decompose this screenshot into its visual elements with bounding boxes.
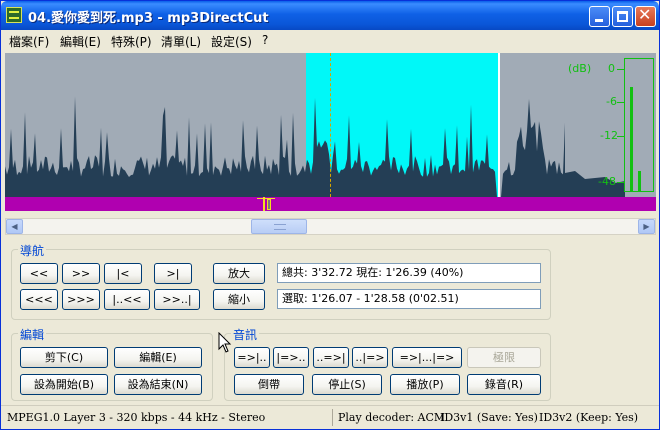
position-marker[interactable] xyxy=(257,197,275,211)
menu-list[interactable]: 清單(L) xyxy=(161,33,201,50)
nav-end-button[interactable]: >| xyxy=(154,263,192,284)
scroll-left-arrow-icon[interactable]: ◀ xyxy=(6,219,23,234)
nav-sel-start-button[interactable]: |..<< xyxy=(104,289,150,310)
title-bar[interactable]: 04.愛你愛到死.mp3 - mp3DirectCut ✕ xyxy=(1,1,659,30)
menu-special[interactable]: 特殊(P) xyxy=(111,33,152,50)
limit-button[interactable]: 極限 xyxy=(467,347,541,368)
scroll-right-arrow-icon[interactable]: ▶ xyxy=(638,219,655,234)
mouse-pointer-icon xyxy=(218,332,232,353)
status-separator xyxy=(332,409,333,426)
nav-sel-end-button[interactable]: >>..| xyxy=(154,289,200,310)
status-id3v2: ID3v2 (Keep: Yes) xyxy=(539,411,639,424)
close-icon: ✕ xyxy=(638,5,652,24)
horizontal-scrollbar[interactable]: ◀ ▶ xyxy=(5,218,656,235)
grip-icon xyxy=(274,224,286,230)
total-position-display: 總共: 3'32.72 現在: 1'26.39 (40%) xyxy=(277,263,541,283)
vu-level-right xyxy=(638,171,641,192)
play-to-end-button[interactable]: ..=>| xyxy=(313,347,349,368)
cut-marker-bar[interactable] xyxy=(5,197,656,211)
selection-display: 選取: 1'26.07 - 1'28.58 (0'02.51) xyxy=(277,289,541,309)
status-decoder: Play decoder: ACM xyxy=(338,411,446,424)
maximize-icon xyxy=(617,11,628,22)
app-window: 04.愛你愛到死.mp3 - mp3DirectCut ✕ 檔案(F) 編輯(E… xyxy=(0,0,660,430)
waveform-shape xyxy=(5,96,565,197)
play-around-cut-button[interactable]: =>|...|=> xyxy=(392,347,462,368)
set-start-button[interactable]: 設為開始(B) xyxy=(20,374,108,395)
nav-fast-forward-button[interactable]: >>> xyxy=(62,289,100,310)
status-bar: MPEG1.0 Layer 3 - 320 kbps - 44 kHz - St… xyxy=(1,405,659,429)
scroll-thumb[interactable] xyxy=(251,219,307,234)
set-end-button[interactable]: 設為結束(N) xyxy=(114,374,202,395)
waveform-tail xyxy=(565,171,625,197)
marker-handle xyxy=(267,199,271,210)
vu-label-6: -6 xyxy=(606,95,617,108)
menu-file[interactable]: 檔案(F) xyxy=(9,33,49,50)
menu-settings[interactable]: 設定(S) xyxy=(211,33,252,50)
window-title: 04.愛你愛到死.mp3 - mp3DirectCut xyxy=(28,11,269,26)
vu-unit-label: (dB) xyxy=(568,62,592,75)
vu-label-48: -48 xyxy=(598,175,616,188)
nav-start-button[interactable]: |< xyxy=(104,263,142,284)
zoom-in-button[interactable]: 放大 xyxy=(213,263,265,284)
nav-forward-button[interactable]: >> xyxy=(62,263,100,284)
app-icon xyxy=(6,7,22,23)
nav-fast-back-button[interactable]: <<< xyxy=(20,289,58,310)
vu-level-left xyxy=(630,87,633,192)
menu-help[interactable]: ? xyxy=(262,33,268,47)
minimize-icon xyxy=(595,19,603,22)
nav-back-button[interactable]: << xyxy=(20,263,58,284)
status-format: MPEG1.0 Layer 3 - 320 kbps - 44 kHz - St… xyxy=(7,411,266,424)
edit-button[interactable]: 編輯(E) xyxy=(114,347,202,368)
minimize-button[interactable] xyxy=(589,6,610,27)
marker-top-line xyxy=(257,198,275,199)
edit-group-title: 編輯 xyxy=(18,326,47,343)
vu-label-0: 0 xyxy=(608,62,615,75)
maximize-button[interactable] xyxy=(612,6,633,27)
vu-label-12: -12 xyxy=(600,129,618,142)
close-button[interactable]: ✕ xyxy=(635,5,656,27)
stop-button[interactable]: 停止(S) xyxy=(312,374,382,395)
play-after-end-button[interactable]: ..|=> xyxy=(352,347,388,368)
status-id3v1: ID3v1 (Save: Yes) xyxy=(440,411,538,424)
menu-bar: 檔案(F) 編輯(E) 特殊(P) 清單(L) 設定(S) ? xyxy=(1,30,659,50)
play-selection-button[interactable]: |=>.. xyxy=(273,347,309,368)
zoom-out-button[interactable]: 縮小 xyxy=(213,289,265,310)
play-button[interactable]: 播放(P) xyxy=(390,374,460,395)
audio-group-title: 音訊 xyxy=(231,326,260,343)
marker-stem xyxy=(263,197,265,211)
rewind-button[interactable]: 倒帶 xyxy=(234,374,304,395)
play-from-start-button[interactable]: =>|.. xyxy=(234,347,270,368)
waveform-view[interactable]: (dB) 0 -6 -12 -48 xyxy=(5,53,656,197)
playback-cursor xyxy=(330,53,331,197)
cut-button[interactable]: 剪下(C) xyxy=(20,347,108,368)
nav-group-title: 導航 xyxy=(18,242,47,259)
record-button[interactable]: 錄音(R) xyxy=(467,374,541,395)
menu-edit[interactable]: 編輯(E) xyxy=(60,33,101,50)
